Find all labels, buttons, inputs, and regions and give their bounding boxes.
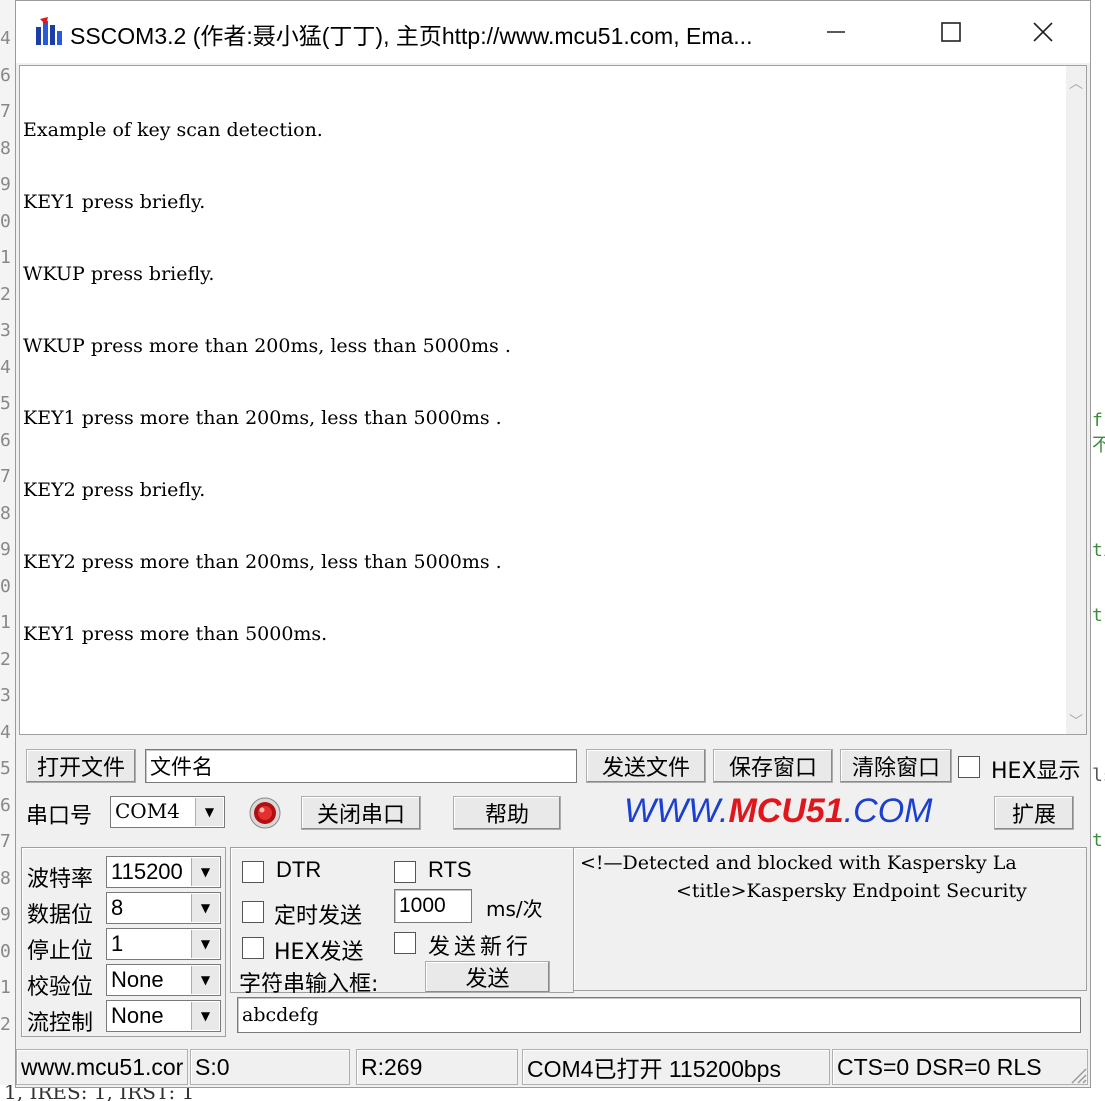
baud-value: 115200	[111, 859, 183, 884]
receive-line: Example of key scan detection.	[23, 119, 323, 141]
maximize-button[interactable]	[929, 11, 973, 53]
stop-bits-select[interactable]: 1 ▼	[106, 928, 221, 960]
timed-send-label: 定时发送	[274, 904, 363, 929]
minimize-button[interactable]	[814, 11, 858, 53]
interval-unit: ms/次	[486, 897, 543, 921]
background-code-fragment: ti	[1092, 540, 1105, 561]
dtr-label: DTR	[276, 857, 322, 882]
send-button[interactable]: 发送	[425, 961, 550, 993]
close-port-button[interactable]: 关闭串口	[301, 796, 421, 830]
hex-send-label: HEX发送	[274, 940, 364, 965]
background-code-fragment: t	[1092, 605, 1103, 626]
dtr-checkbox[interactable]	[242, 861, 264, 883]
receive-line: WKUP press briefly.	[23, 263, 215, 285]
receive-line: KEY2 press briefly.	[23, 479, 206, 501]
save-window-button[interactable]: 保存窗口	[713, 749, 833, 783]
flow-control-select[interactable]: None ▼	[106, 1000, 221, 1032]
receive-line: WKUP press more than 200ms, less than 50…	[23, 335, 511, 357]
data-bits-select[interactable]: 8 ▼	[106, 892, 221, 924]
chevron-down-icon[interactable]: ▼	[191, 894, 219, 922]
chevron-down-icon[interactable]: ▼	[191, 1002, 219, 1030]
hex-display-label: HEX显示	[991, 759, 1081, 784]
send-file-button[interactable]: 发送文件	[586, 749, 706, 783]
port-value: COM4	[115, 799, 180, 823]
brand-www: WWW.	[624, 792, 729, 830]
receive-line: KEY1 press more than 5000ms.	[23, 623, 328, 645]
port-status-indicator-icon	[249, 797, 281, 829]
help-button[interactable]: 帮助	[453, 796, 561, 830]
data-bits-value: 8	[111, 895, 124, 920]
baud-select[interactable]: 115200 ▼	[106, 856, 221, 888]
status-signals: CTS=0 DSR=0 RLS	[832, 1049, 1088, 1085]
port-label: 串口号	[26, 804, 93, 829]
background-code-fragment: ls	[1092, 765, 1105, 786]
receive-text-area[interactable]: Example of key scan detection. KEY1 pres…	[19, 65, 1087, 735]
chevron-down-icon[interactable]: ▼	[191, 966, 219, 994]
brand-mcu51: MCU51	[728, 792, 844, 830]
baud-label: 波特率	[27, 867, 94, 892]
data-bits-label: 数据位	[27, 903, 94, 928]
port-select[interactable]: COM4 ▼	[110, 796, 225, 828]
parity-select[interactable]: None ▼	[106, 964, 221, 996]
hex-send-checkbox[interactable]	[242, 937, 264, 959]
maximize-icon	[941, 22, 961, 42]
info-line: <title>Kaspersky Endpoint Security	[676, 880, 1027, 902]
stop-bits-value: 1	[111, 931, 124, 956]
interval-input[interactable]: 1000	[394, 889, 472, 923]
app-icon	[36, 17, 62, 45]
receive-line: KEY2 press more than 200ms, less than 50…	[23, 551, 502, 573]
file-name-input[interactable]: 文件名	[145, 749, 577, 783]
close-icon	[1033, 22, 1053, 42]
status-bar: www.mcu51.cor S:0 R:269 COM4已打开 115200bp…	[16, 1047, 1090, 1087]
window-title: SSCOM3.2 (作者:聂小猛(丁丁), 主页http://www.mcu51…	[70, 23, 753, 49]
receive-scrollbar[interactable]: ︿ ﹀	[1066, 66, 1086, 734]
minimize-icon	[827, 31, 845, 33]
flow-control-label: 流控制	[27, 1011, 94, 1036]
info-panel: <!—Detected and blocked with Kaspersky L…	[573, 847, 1087, 991]
flow-control-value: None	[111, 1003, 164, 1028]
clear-window-button[interactable]: 清除窗口	[840, 749, 952, 783]
chevron-down-icon[interactable]: ▼	[191, 858, 219, 886]
resize-grip-icon[interactable]	[1066, 1063, 1088, 1085]
string-input[interactable]: abcdefg	[237, 997, 1081, 1033]
chevron-down-icon[interactable]: ▼	[195, 798, 223, 826]
rts-checkbox[interactable]	[394, 861, 416, 883]
status-url: www.mcu51.cor	[16, 1049, 188, 1085]
status-received-count: R:269	[356, 1049, 518, 1085]
hex-display-checkbox[interactable]	[958, 756, 980, 778]
status-sent-count: S:0	[190, 1049, 350, 1085]
scroll-down-icon[interactable]: ﹀	[1069, 715, 1083, 729]
background-code-fragment: f不	[1092, 410, 1105, 456]
status-port-state: COM4已打开 115200bps	[522, 1049, 830, 1085]
expand-button[interactable]: 扩展	[994, 796, 1074, 830]
title-bar[interactable]: SSCOM3.2 (作者:聂小猛(丁丁), 主页http://www.mcu51…	[16, 1, 1090, 63]
scroll-up-icon[interactable]: ︿	[1069, 77, 1083, 91]
timed-send-checkbox[interactable]	[242, 901, 264, 923]
stop-bits-label: 停止位	[27, 939, 94, 964]
rts-label: RTS	[428, 857, 472, 882]
chevron-down-icon[interactable]: ▼	[191, 930, 219, 958]
receive-lines: Example of key scan detection. KEY1 pres…	[23, 70, 511, 694]
sscom-window: SSCOM3.2 (作者:聂小猛(丁丁), 主页http://www.mcu51…	[15, 0, 1091, 1088]
string-input-label: 字符串输入框:	[239, 972, 379, 997]
open-file-button[interactable]: 打开文件	[26, 749, 136, 783]
close-button[interactable]	[1021, 11, 1065, 53]
mcu51-brand-link[interactable]: WWW.MCU51.COM	[624, 792, 933, 831]
send-newline-checkbox[interactable]	[394, 932, 416, 954]
parity-label: 校验位	[27, 975, 94, 1000]
background-code-fragment: t	[1092, 830, 1103, 851]
parity-value: None	[111, 967, 164, 992]
send-newline-label: 发送新行	[428, 935, 533, 960]
info-line: <!—Detected and blocked with Kaspersky L…	[580, 852, 1017, 874]
brand-com: .COM	[843, 792, 933, 830]
receive-line: KEY1 press more than 200ms, less than 50…	[23, 407, 502, 429]
receive-line: KEY1 press briefly.	[23, 191, 206, 213]
